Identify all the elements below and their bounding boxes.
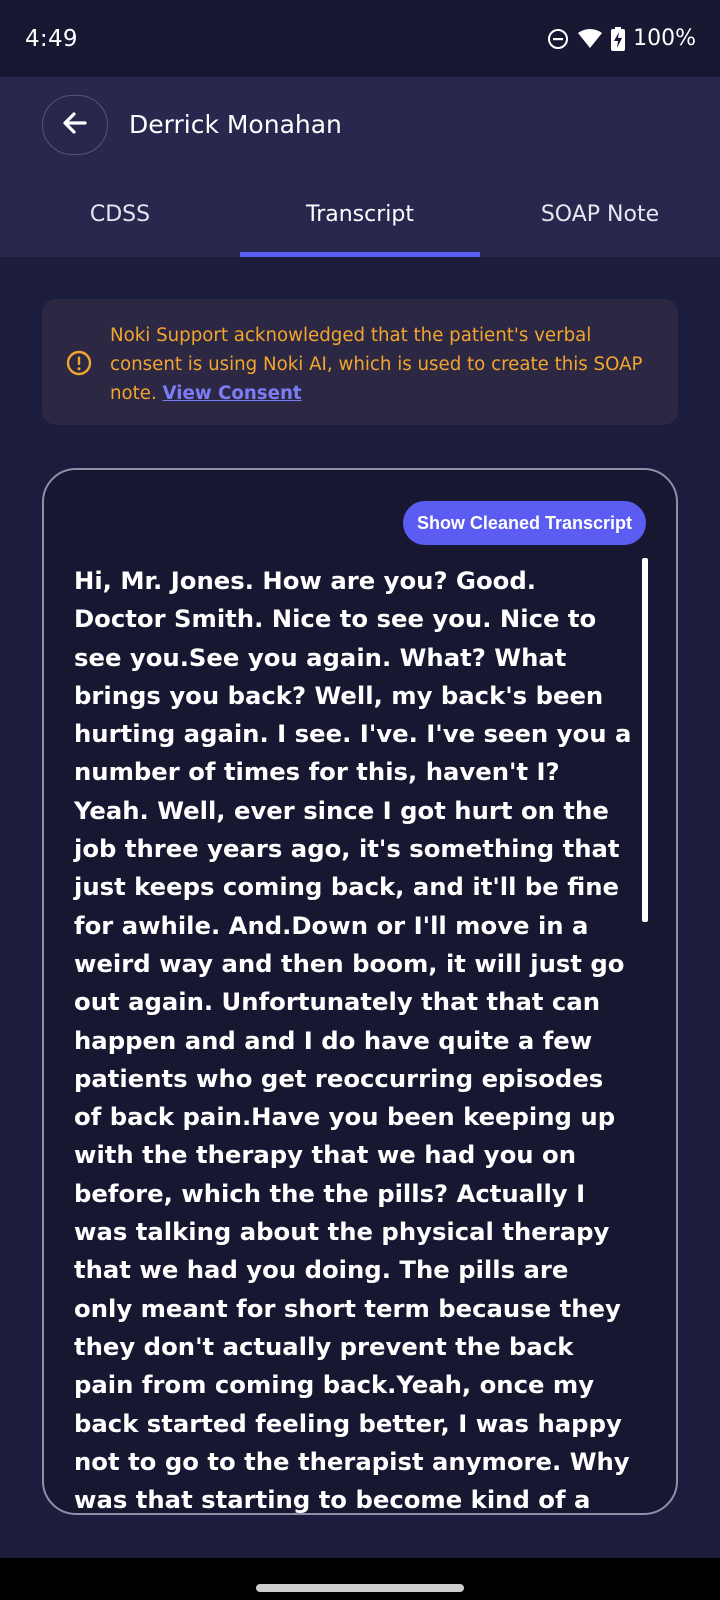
tab-transcript[interactable]: Transcript xyxy=(240,193,480,257)
arrow-left-icon xyxy=(62,111,88,139)
do-not-disturb-icon xyxy=(547,28,569,50)
consent-notice: Noki Support acknowledged that the patie… xyxy=(42,299,678,425)
status-bar: 4:49 100% xyxy=(0,0,720,77)
back-button[interactable] xyxy=(42,95,108,155)
show-cleaned-transcript-button[interactable]: Show Cleaned Transcript xyxy=(402,501,646,545)
transcript-scrollbar[interactable] xyxy=(642,558,648,922)
battery-charging-icon xyxy=(611,26,626,51)
status-time: 4:49 xyxy=(25,25,78,52)
wifi-icon xyxy=(577,28,603,50)
view-consent-link[interactable]: View Consent xyxy=(163,383,302,404)
app-header: Derrick Monahan CDSS Transcript SOAP Not… xyxy=(0,77,720,257)
tab-bar: CDSS Transcript SOAP Note xyxy=(0,193,720,257)
transcript-text: Hi, Mr. Jones. How are you? Good. Doctor… xyxy=(74,566,632,1515)
home-gesture-handle[interactable] xyxy=(256,1584,464,1592)
info-icon xyxy=(66,350,92,385)
patient-name-title: Derrick Monahan xyxy=(129,110,342,139)
transcript-card: Show Cleaned Transcript Hi, Mr. Jones. H… xyxy=(42,468,678,1515)
tab-cdss[interactable]: CDSS xyxy=(0,193,240,257)
battery-percent: 100% xyxy=(633,26,696,51)
status-icons: 100% xyxy=(547,26,696,51)
system-nav-bar xyxy=(0,1558,720,1600)
tab-soap-note[interactable]: SOAP Note xyxy=(480,193,720,257)
